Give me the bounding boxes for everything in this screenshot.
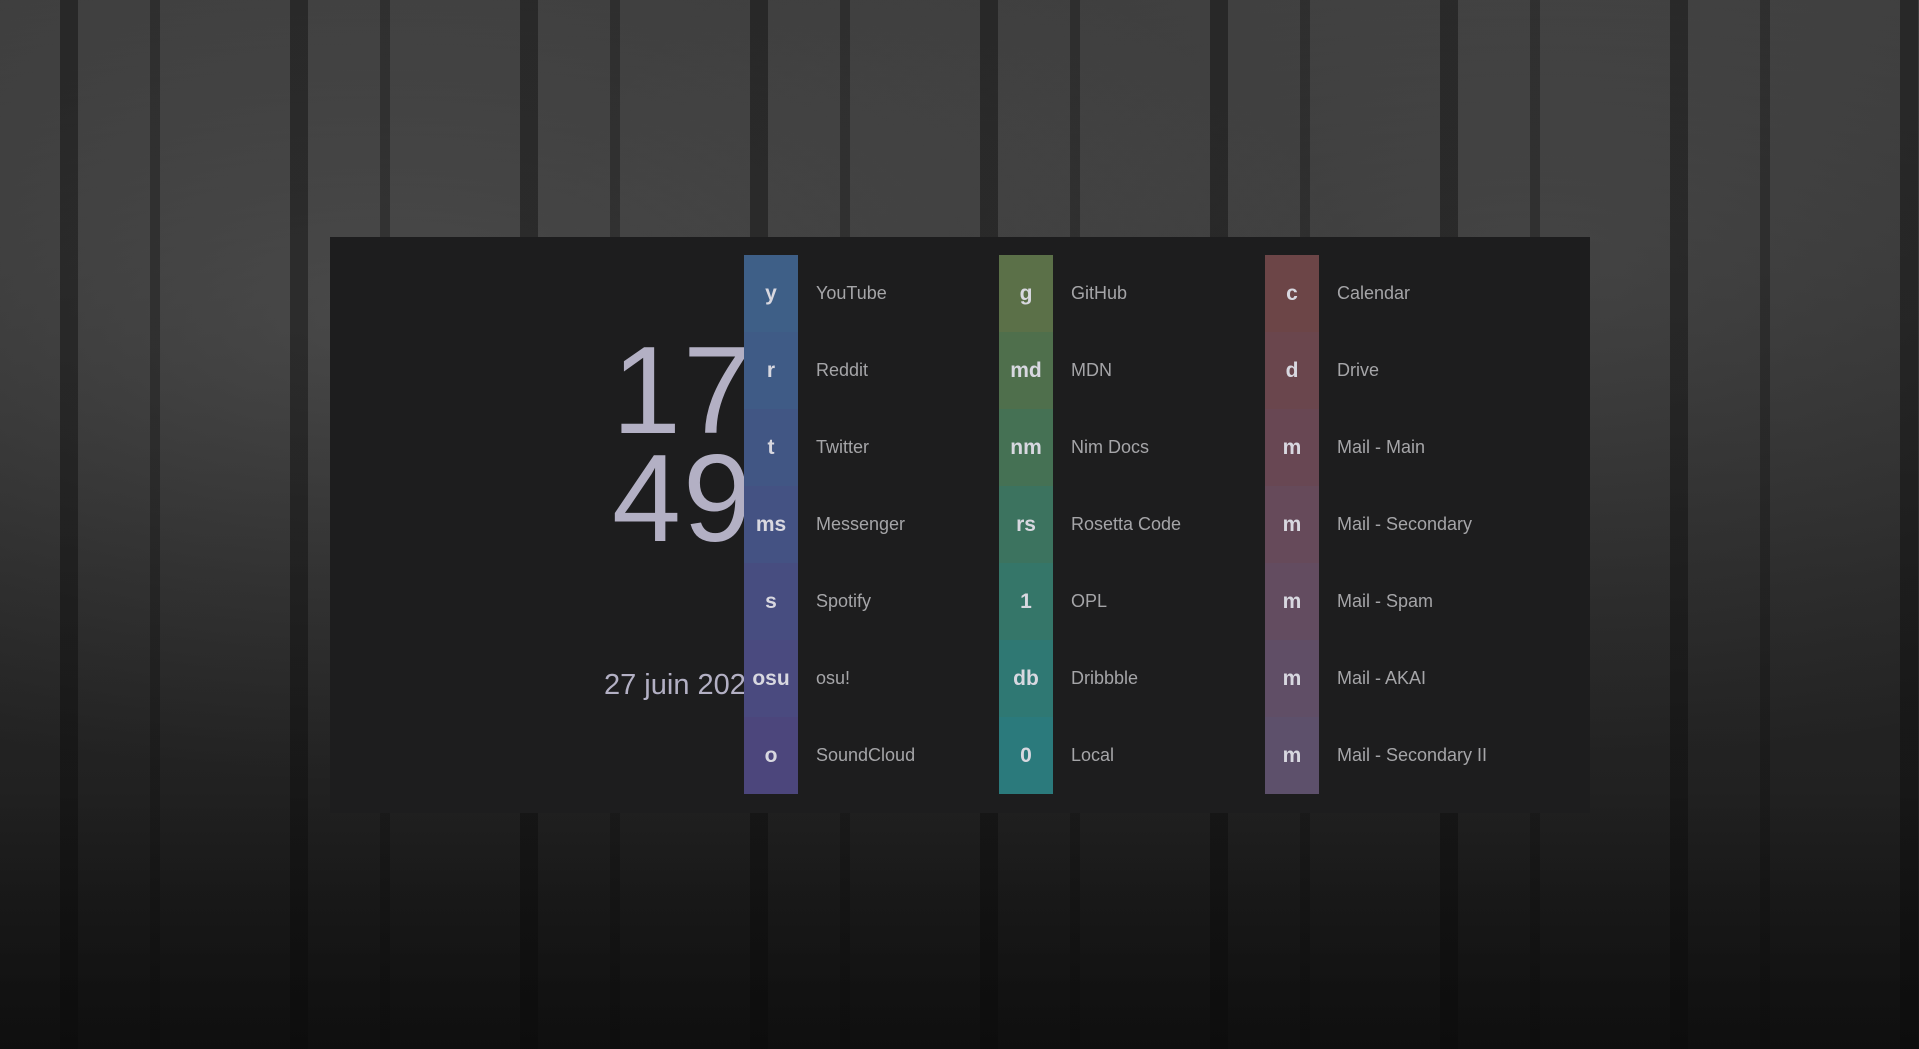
link-shortcut-key: m xyxy=(1265,717,1319,794)
link-label: Mail - AKAI xyxy=(1337,668,1427,688)
link-rosetta-code[interactable]: rs Rosetta Code xyxy=(999,486,1181,563)
link-label: SoundCloud xyxy=(816,745,916,765)
link-shortcut-key: g xyxy=(999,255,1053,332)
link-label: GitHub xyxy=(1071,283,1128,303)
link-mail-main[interactable]: m Mail - Main xyxy=(1265,409,1487,486)
link-mail-akai[interactable]: m Mail - AKAI xyxy=(1265,640,1487,717)
link-nim-docs[interactable]: nm Nim Docs xyxy=(999,409,1181,486)
link-label: Calendar xyxy=(1337,283,1411,303)
link-label: Mail - Secondary xyxy=(1337,514,1473,534)
link-shortcut-key: md xyxy=(999,332,1053,409)
link-opl[interactable]: 1 OPL xyxy=(999,563,1181,640)
link-label: Drive xyxy=(1337,360,1380,380)
link-label: Twitter xyxy=(816,437,870,457)
links-column-2: g GitHub md MDN nm Nim Docs rs Rosetta Code 1 OPL… xyxy=(999,255,1181,794)
link-label: Mail - Spam xyxy=(1337,591,1434,611)
link-label: Rosetta Code xyxy=(1071,514,1182,534)
link-shortcut-key: 1 xyxy=(999,563,1053,640)
link-label: Mail - Secondary II xyxy=(1337,745,1488,765)
date-display: 27 juin 2022 xyxy=(603,669,763,701)
links-column-3: c Calendar d Drive m Mail - Main m Mail - Secon… xyxy=(1265,255,1487,794)
link-shortcut-key: osu xyxy=(744,640,798,717)
link-label: Dribbble xyxy=(1071,668,1139,688)
link-shortcut-key: ms xyxy=(744,486,798,563)
link-youtube[interactable]: y YouTube xyxy=(744,255,915,332)
link-label: OPL xyxy=(1071,591,1108,611)
link-soundcloud[interactable]: o SoundCloud xyxy=(744,717,915,794)
link-github[interactable]: g GitHub xyxy=(999,255,1181,332)
link-local[interactable]: 0 Local xyxy=(999,717,1181,794)
link-label: Nim Docs xyxy=(1071,437,1150,457)
forest-ground-overlay xyxy=(0,789,1919,1049)
clock-minutes: 49 xyxy=(612,430,754,568)
link-shortcut-key: s xyxy=(744,563,798,640)
clock-panel: 17 49 27 juin 2022 xyxy=(330,237,1036,813)
link-shortcut-key: m xyxy=(1265,486,1319,563)
clock: 17 49 xyxy=(330,322,1036,568)
link-reddit[interactable]: r Reddit xyxy=(744,332,915,409)
link-shortcut-key: m xyxy=(1265,409,1319,486)
link-shortcut-key: nm xyxy=(999,409,1053,486)
link-label: Spotify xyxy=(816,591,872,611)
clock-hours: 17 xyxy=(612,322,754,460)
link-shortcut-key: y xyxy=(744,255,798,332)
link-messenger[interactable]: ms Messenger xyxy=(744,486,915,563)
link-calendar[interactable]: c Calendar xyxy=(1265,255,1487,332)
link-shortcut-key: m xyxy=(1265,563,1319,640)
link-label: Mail - Main xyxy=(1337,437,1426,457)
link-shortcut-key: d xyxy=(1265,332,1319,409)
link-twitter[interactable]: t Twitter xyxy=(744,409,915,486)
link-mail-secondary-ii[interactable]: m Mail - Secondary II xyxy=(1265,717,1487,794)
link-osu[interactable]: osu osu! xyxy=(744,640,915,717)
link-shortcut-key: r xyxy=(744,332,798,409)
link-spotify[interactable]: s Spotify xyxy=(744,563,915,640)
link-dribbble[interactable]: db Dribbble xyxy=(999,640,1181,717)
link-label: MDN xyxy=(1071,360,1112,380)
link-label: Local xyxy=(1071,745,1115,765)
link-mdn[interactable]: md MDN xyxy=(999,332,1181,409)
startpage-card: 17 49 27 juin 2022 y YouTube r Reddit t Twitt… xyxy=(330,237,1590,813)
link-shortcut-key: m xyxy=(1265,640,1319,717)
link-shortcut-key: db xyxy=(999,640,1053,717)
link-shortcut-key: t xyxy=(744,409,798,486)
link-mail-spam[interactable]: m Mail - Spam xyxy=(1265,563,1487,640)
link-label: osu! xyxy=(816,668,851,688)
link-shortcut-key: o xyxy=(744,717,798,794)
link-shortcut-key: rs xyxy=(999,486,1053,563)
link-shortcut-key: 0 xyxy=(999,717,1053,794)
link-label: Reddit xyxy=(816,360,869,380)
link-label: Messenger xyxy=(816,514,906,534)
links-column-1: y YouTube r Reddit t Twitter ms Messenger s Spoti… xyxy=(744,255,915,794)
link-drive[interactable]: d Drive xyxy=(1265,332,1487,409)
link-mail-secondary[interactable]: m Mail - Secondary xyxy=(1265,486,1487,563)
link-shortcut-key: c xyxy=(1265,255,1319,332)
link-label: YouTube xyxy=(816,283,887,303)
